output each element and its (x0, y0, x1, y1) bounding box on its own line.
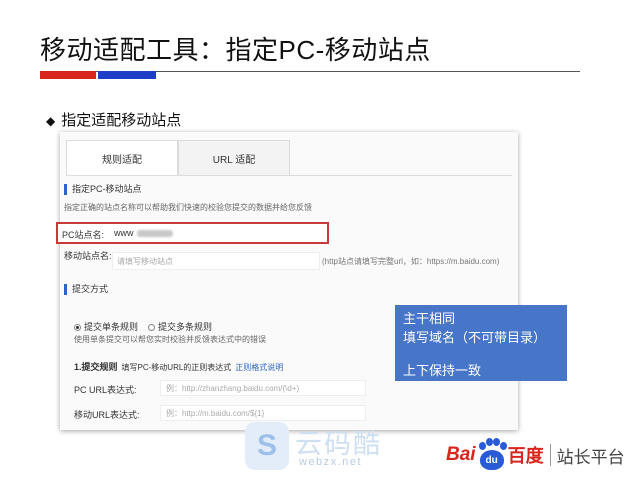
mobile-url-input[interactable]: 例：http://m.baidu.com/${1} (160, 405, 366, 421)
radio-multi-label: 提交多条规则 (158, 322, 213, 332)
step-row: 1.提交规则 填写PC-移动URL的正则表达式 正则格式说明 (74, 360, 283, 373)
watermark: S 云码酷 webzx.net (245, 422, 393, 472)
step-desc: 填写PC-移动URL的正则表达式 (121, 363, 232, 372)
section1-title: 指定PC-移动站点 (64, 184, 142, 195)
pc-site-highlight: PC站点名: www (56, 222, 329, 244)
mobile-url-row: 移动URL表达式: 例：http://m.baidu.com/${1} (74, 405, 366, 421)
diamond-icon: ◆ (46, 114, 56, 128)
radio-single[interactable]: 提交单条规则 (74, 320, 138, 333)
baidu-logo: Bai du 百度 站长平台 (446, 437, 625, 473)
callout-line-3: 上下保持一致 (403, 363, 482, 378)
baidu-bai-text: Bai (446, 444, 476, 465)
tab-url-adapt[interactable]: URL 适配 (178, 140, 290, 176)
mobile-site-label: 移动站点名: (64, 251, 112, 261)
pc-site-value: www (114, 228, 134, 238)
callout-line-1: 主干相同 (403, 311, 456, 326)
slide-title: 移动适配工具：指定PC-移动站点 (40, 35, 431, 65)
tab-rule-adapt[interactable]: 规则适配 (66, 140, 178, 176)
watermark-logo-icon: S (245, 422, 289, 470)
callout-spacer (403, 347, 559, 361)
baidu-du-text: 百度 (507, 446, 544, 466)
section1-hint: 指定正确的站点名称可以帮助我们快速的校验您提交的数据并给您反馈 (64, 203, 312, 212)
pc-url-input[interactable]: 例：http://zhanzhang.baidu.com/(\d+) (160, 380, 366, 396)
callout-line-2: 填写域名（不可带目录） (403, 330, 547, 345)
screenshot-panel: 规则适配 URL 适配 指定PC-移动站点 指定正确的站点名称可以帮助我们快速的… (56, 132, 518, 430)
submit-mode-radios: 提交单条规则 提交多条规则 (74, 320, 212, 333)
mobile-site-input[interactable]: 请填写移动站点 (112, 252, 320, 270)
mobile-url-label: 移动URL表达式: (74, 410, 140, 420)
pc-url-label: PC URL表达式: (74, 385, 137, 395)
tab-bar: 规则适配 URL 适配 (66, 140, 290, 176)
mobile-site-note: (http站点请填写完整url，如：https://m.baidu.com) (322, 257, 500, 266)
radio-single-label: 提交单条规则 (84, 322, 139, 332)
watermark-url: webzx.net (299, 456, 363, 468)
pc-site-input[interactable]: www (114, 228, 173, 238)
regex-help-link[interactable]: 正则格式说明 (235, 363, 283, 372)
section2-title: 提交方式 (64, 284, 108, 295)
blurred-domain (136, 230, 173, 238)
section-heading-text: 指定适配移动站点 (61, 112, 182, 129)
radio-unchecked-icon (148, 324, 156, 332)
baidu-paw-icon: du (477, 438, 507, 472)
tab-divider (66, 175, 512, 176)
baidu-separator (549, 444, 551, 466)
section-heading: ◆ 指定适配移动站点 (46, 109, 181, 130)
title-bar-red (40, 71, 96, 79)
radio-checked-icon (74, 324, 81, 332)
callout-box: 主干相同 填写域名（不可带目录） 上下保持一致 (395, 305, 567, 381)
radio-multi[interactable]: 提交多条规则 (148, 320, 212, 333)
pc-url-row: PC URL表达式: 例：http://zhanzhang.baidu.com/… (74, 380, 366, 396)
radio-hint: 使用单条提交可以帮您实时校验并反馈表达式中的错误 (74, 335, 266, 344)
pc-site-label: PC站点名: (62, 230, 105, 240)
baidu-platform-text: 站长平台 (556, 447, 625, 467)
step-title: 1.提交规则 (74, 362, 118, 372)
title-bar-blue (98, 71, 156, 79)
